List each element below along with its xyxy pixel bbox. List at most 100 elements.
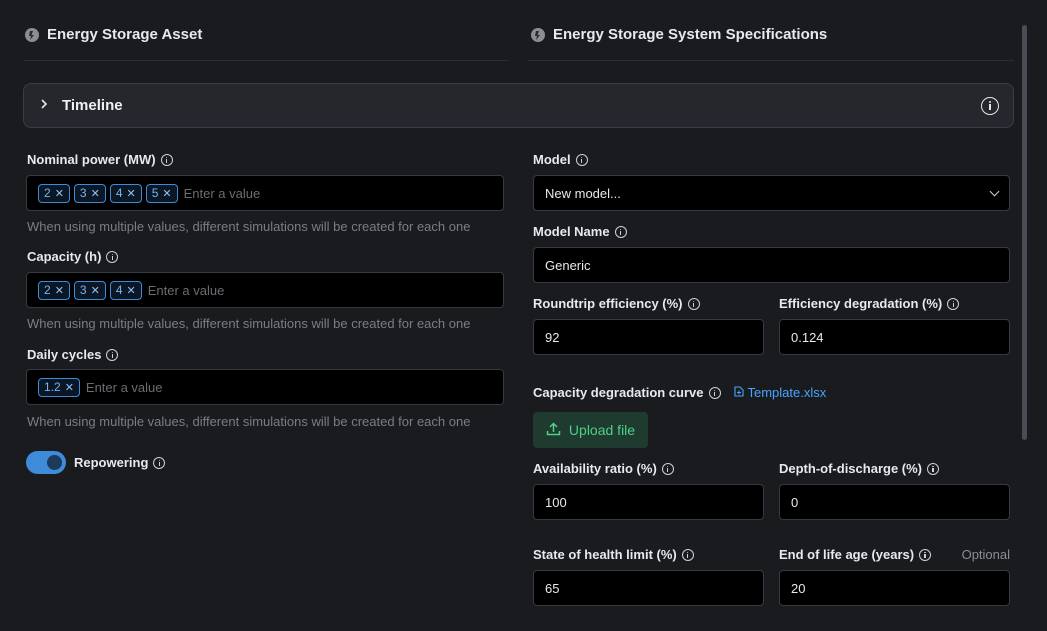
model-select[interactable]: New model... bbox=[533, 175, 1010, 211]
end-of-life-input[interactable]: 20 bbox=[779, 570, 1010, 606]
daily-cycles-label-text: Daily cycles bbox=[27, 347, 102, 362]
close-icon[interactable]: ✕ bbox=[65, 381, 74, 394]
info-icon[interactable] bbox=[106, 348, 119, 361]
right-section-header: Energy Storage System Specifications bbox=[530, 26, 827, 43]
battery-spec-icon bbox=[530, 27, 546, 43]
capacity-hint: When using multiple values, different si… bbox=[27, 316, 471, 331]
tag-value: 5 bbox=[151, 186, 159, 200]
left-section-title: Energy Storage Asset bbox=[47, 26, 203, 43]
chevron-right-icon[interactable] bbox=[38, 97, 50, 115]
daily-cycles-input[interactable]: 1.2 ✕ Enter a value bbox=[26, 369, 504, 405]
capacity-input[interactable]: 2 ✕ 3 ✕ 4 ✕ Enter a value bbox=[26, 272, 504, 308]
depth-of-discharge-label-text: Depth-of-discharge (%) bbox=[779, 461, 922, 476]
info-icon[interactable] bbox=[708, 386, 721, 399]
tag-value: 4 bbox=[115, 283, 123, 297]
model-label-text: Model bbox=[533, 152, 571, 167]
model-select-value: New model... bbox=[545, 185, 621, 201]
nominal-power-label: Nominal power (MW) bbox=[27, 152, 173, 167]
daily-cycles-label: Daily cycles bbox=[27, 347, 119, 362]
soh-limit-value: 65 bbox=[545, 580, 560, 596]
capacity-label-text: Capacity (h) bbox=[27, 249, 102, 264]
availability-ratio-label-text: Availability ratio (%) bbox=[533, 461, 657, 476]
repowering-label: Repowering bbox=[74, 455, 166, 470]
info-icon[interactable] bbox=[160, 153, 173, 166]
info-icon[interactable] bbox=[153, 456, 166, 469]
model-name-value: Generic bbox=[545, 257, 591, 273]
depth-of-discharge-input[interactable]: 0 bbox=[779, 484, 1010, 520]
tag-value: 4 bbox=[115, 186, 123, 200]
close-icon[interactable]: ✕ bbox=[55, 187, 64, 200]
repowering-toggle[interactable] bbox=[26, 451, 66, 474]
tag-chip: 2 ✕ bbox=[38, 280, 70, 300]
soh-limit-input[interactable]: 65 bbox=[533, 570, 764, 606]
info-icon[interactable] bbox=[614, 225, 627, 238]
daily-cycles-hint: When using multiple values, different si… bbox=[27, 414, 471, 429]
template-link-text[interactable]: Template.xlsx bbox=[748, 385, 827, 400]
close-icon[interactable]: ✕ bbox=[127, 284, 136, 297]
roundtrip-efficiency-input[interactable]: 92 bbox=[533, 319, 764, 355]
right-divider bbox=[528, 60, 1014, 61]
efficiency-degradation-input[interactable]: 0.124 bbox=[779, 319, 1010, 355]
tag-chip: 1.2 ✕ bbox=[38, 377, 80, 397]
roundtrip-efficiency-value: 92 bbox=[545, 329, 560, 345]
nominal-power-hint: When using multiple values, different si… bbox=[27, 219, 471, 234]
soh-limit-label: State of health limit (%) bbox=[533, 547, 694, 562]
scrollbar[interactable] bbox=[1022, 25, 1027, 440]
info-icon[interactable] bbox=[575, 153, 588, 166]
timeline-accordion[interactable]: Timeline bbox=[23, 83, 1014, 128]
battery-asset-icon bbox=[24, 27, 40, 43]
template-link[interactable]: Template.xlsx bbox=[733, 385, 827, 400]
efficiency-degradation-label: Efficiency degradation (%) bbox=[779, 296, 960, 311]
availability-ratio-input[interactable]: 100 bbox=[533, 484, 764, 520]
info-icon[interactable] bbox=[947, 297, 960, 310]
nominal-power-placeholder[interactable]: Enter a value bbox=[184, 186, 261, 201]
file-icon bbox=[733, 385, 744, 400]
close-icon[interactable]: ✕ bbox=[162, 187, 171, 200]
capacity-curve-label: Capacity degradation curve Template.xlsx bbox=[533, 385, 826, 400]
upload-file-label: Upload file bbox=[568, 422, 636, 438]
nominal-power-label-text: Nominal power (MW) bbox=[27, 152, 156, 167]
capacity-placeholder[interactable]: Enter a value bbox=[148, 283, 225, 298]
info-icon[interactable] bbox=[919, 548, 932, 561]
availability-ratio-label: Availability ratio (%) bbox=[533, 461, 674, 476]
close-icon[interactable]: ✕ bbox=[127, 187, 136, 200]
repowering-label-text: Repowering bbox=[74, 455, 149, 470]
depth-of-discharge-label: Depth-of-discharge (%) bbox=[779, 461, 939, 476]
tag-chip: 4 ✕ bbox=[109, 280, 142, 300]
tag-value: 2 bbox=[44, 283, 51, 297]
tag-chip: 2 ✕ bbox=[38, 183, 70, 203]
tag-value: 3 bbox=[79, 283, 87, 297]
tag-chip: 3 ✕ bbox=[73, 183, 106, 203]
model-label: Model bbox=[533, 152, 588, 167]
end-of-life-label-text: End of life age (years) bbox=[779, 547, 915, 562]
efficiency-degradation-value: 0.124 bbox=[791, 329, 824, 345]
capacity-label: Capacity (h) bbox=[27, 249, 119, 264]
depth-of-discharge-value: 0 bbox=[791, 494, 799, 510]
close-icon[interactable]: ✕ bbox=[91, 284, 100, 297]
chevron-down-icon[interactable] bbox=[989, 186, 1000, 196]
roundtrip-efficiency-label: Roundtrip efficiency (%) bbox=[533, 296, 700, 311]
end-of-life-label: End of life age (years) Optional bbox=[779, 547, 1010, 562]
daily-cycles-placeholder[interactable]: Enter a value bbox=[86, 380, 163, 395]
info-icon[interactable] bbox=[927, 462, 939, 475]
close-icon[interactable]: ✕ bbox=[91, 187, 100, 200]
tag-value: 1.2 bbox=[44, 380, 61, 394]
info-icon[interactable] bbox=[681, 548, 694, 561]
tag-chip: 5 ✕ bbox=[145, 183, 178, 203]
tag-value: 3 bbox=[79, 186, 87, 200]
tag-chip: 3 ✕ bbox=[73, 280, 106, 300]
left-divider bbox=[24, 60, 508, 61]
nominal-power-input[interactable]: 2 ✕ 3 ✕ 4 ✕ 5 ✕ Enter a value bbox=[26, 175, 504, 211]
info-icon[interactable] bbox=[981, 96, 999, 115]
upload-file-button[interactable]: Upload file bbox=[533, 412, 648, 448]
upload-icon bbox=[546, 421, 561, 439]
model-name-input[interactable]: Generic bbox=[533, 247, 1010, 283]
right-section-title: Energy Storage System Specifications bbox=[553, 26, 828, 43]
info-icon[interactable] bbox=[687, 297, 700, 310]
close-icon[interactable]: ✕ bbox=[55, 284, 64, 297]
model-name-label: Model Name bbox=[533, 224, 627, 239]
tag-chip: 4 ✕ bbox=[109, 183, 142, 203]
capacity-curve-label-text: Capacity degradation curve bbox=[533, 385, 704, 400]
info-icon[interactable] bbox=[661, 462, 674, 475]
info-icon[interactable] bbox=[106, 250, 119, 263]
